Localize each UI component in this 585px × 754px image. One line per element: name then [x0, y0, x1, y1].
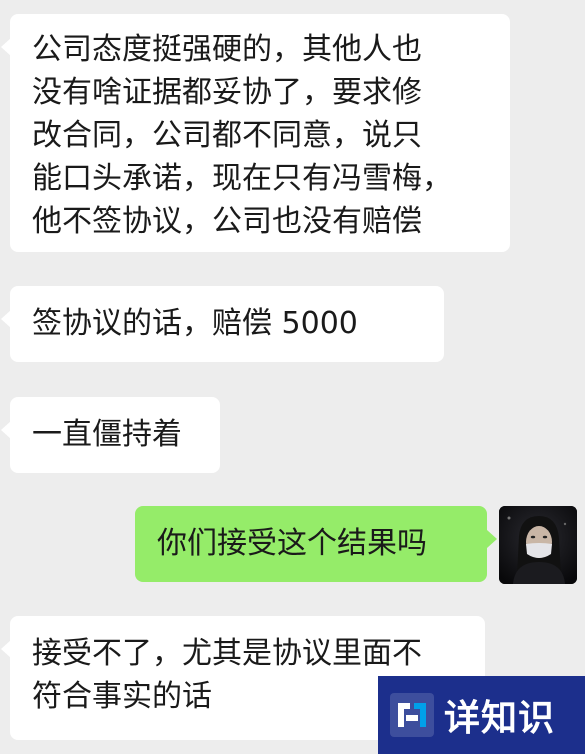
- watermark-text: 详知识: [444, 698, 556, 739]
- message-bubble-outgoing[interactable]: 你们接受这个结果吗: [135, 506, 497, 582]
- message-text: 一直僵持着: [32, 417, 182, 452]
- watermark-logo-icon: [388, 691, 436, 739]
- message-text: 他不签协议，公司也没有赔偿: [32, 204, 422, 239]
- message-bubble-incoming[interactable]: 签协议的话，赔偿 5000: [1, 286, 444, 362]
- avatar[interactable]: [499, 506, 577, 584]
- message-text: 没有啥证据都妥协了，要求修: [32, 75, 422, 110]
- message-text: 接受不了，尤其是协议里面不: [32, 636, 422, 671]
- message-bubble-incoming[interactable]: 一直僵持着: [1, 397, 220, 473]
- message-text: 你们接受这个结果吗: [157, 526, 427, 561]
- message-bubble-incoming[interactable]: 公司态度挺强硬的，其他人也 没有啥证据都妥协了，要求修 改合同，公司都不同意，说…: [1, 14, 510, 252]
- message-text: 公司态度挺强硬的，其他人也: [32, 32, 422, 67]
- watermark: 详知识: [378, 676, 585, 754]
- avatar-photo: [499, 506, 577, 584]
- message-text: 能口头承诺，现在只有冯雪梅，: [32, 161, 452, 196]
- message-text: 签协议的话，赔偿 5000: [32, 306, 358, 341]
- message-text: 改合同，公司都不同意，说只: [32, 118, 422, 153]
